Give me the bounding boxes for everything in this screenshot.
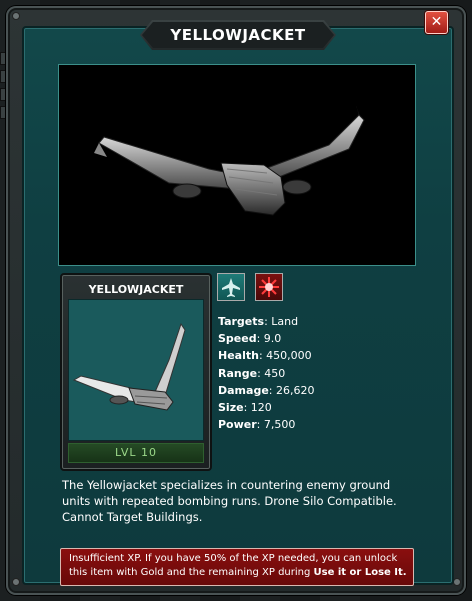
stat-label: Targets (218, 315, 265, 328)
land-jet-icon (222, 278, 240, 297)
yellowjacket-icon (72, 322, 186, 411)
unit-card-name: YELLOWJACKET (88, 283, 184, 296)
stat-row: Speed: 9.0 (218, 332, 282, 346)
stat-label: Power (218, 418, 257, 432)
stat-row: Health: 450,000 (218, 349, 312, 363)
stat-label: Damage (218, 383, 269, 397)
close-button[interactable]: ✕ (425, 11, 448, 34)
dialog-title: YELLOWJACKET (170, 26, 306, 44)
rivet (12, 578, 20, 586)
title-plate: YELLOWJACKET (140, 20, 336, 50)
unit-stats: Targets: Land Speed: 9.0 Health: 450,000… (218, 313, 314, 433)
stat-row: Size: 120 (218, 401, 272, 415)
yellowjacket-3d-render (94, 105, 365, 216)
unit-card: YELLOWJACKET LVL 10 (60, 273, 212, 471)
target-land-badge (217, 273, 245, 301)
insufficient-xp-warning: Insufficient XP. If you have 50% of the … (60, 548, 414, 586)
stat-row: Damage: 26,620 (218, 383, 315, 397)
stat-value: 450 (264, 366, 286, 380)
stat-value: 120 (250, 401, 272, 415)
stat-value: 7,500 (263, 418, 296, 432)
stat-value: 450,000 (266, 349, 312, 363)
warning-emphasis: Use it or Lose It. (313, 567, 407, 578)
stat-value: 26,620 (275, 383, 315, 397)
unit-description: The Yellowjacket specializes in counteri… (62, 478, 397, 524)
unit-level: LVL 10 (68, 443, 204, 463)
stat-row: Targets: Land (218, 315, 299, 328)
stat-row: Power: 7,500 (218, 418, 296, 432)
stat-label: Health (218, 349, 259, 363)
stat-value: 9.0 (263, 332, 282, 346)
unit-preview (58, 64, 416, 266)
bomb-type-badge (255, 273, 283, 301)
rivet (453, 578, 461, 586)
rivet (12, 12, 20, 20)
bomb-burst-icon (259, 277, 279, 297)
stat-row: Range: 450 (218, 366, 286, 380)
close-icon: ✕ (430, 14, 443, 30)
unit-card-image (68, 299, 204, 441)
stat-label: Speed (218, 332, 257, 346)
stat-label: Range (218, 366, 258, 380)
stat-label: Size (218, 401, 244, 415)
stat-value: Land (271, 315, 299, 328)
